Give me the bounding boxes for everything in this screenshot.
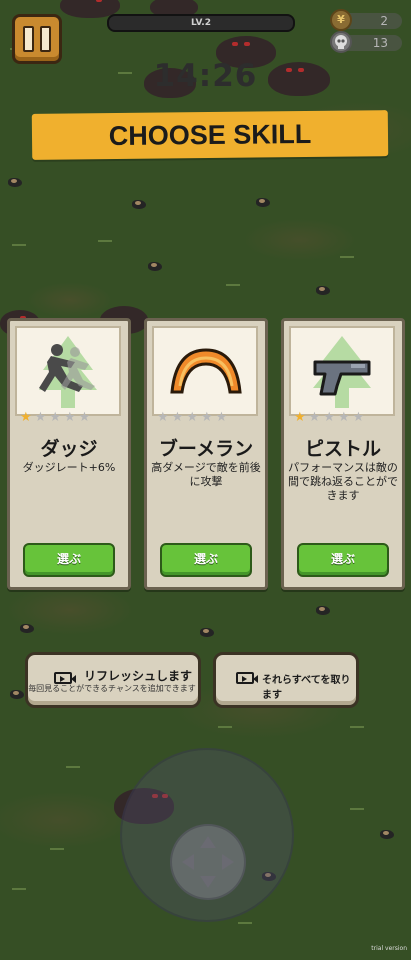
kill-counter: 13 bbox=[330, 31, 402, 53]
boomerang-icon bbox=[170, 348, 242, 394]
skill-card-dodge[interactable]: ★ ★ ★ ★ ★ ダッジ ダッジレート+6% 選ぶ bbox=[7, 318, 131, 590]
refresh-button[interactable]: リフレッシュします bbox=[25, 652, 201, 708]
coin-counter: ¥ 2 bbox=[330, 9, 402, 31]
skill-rating: ★ ★ ★ ★ ★ bbox=[157, 411, 257, 425]
star-icon: ★ bbox=[49, 410, 61, 425]
skill-name: ダッジ bbox=[40, 438, 98, 460]
star-icon: ★ bbox=[215, 410, 228, 425]
coin-count: 2 bbox=[380, 14, 388, 28]
dodge-icon bbox=[39, 336, 97, 408]
skull-icon bbox=[330, 31, 352, 53]
choose-button[interactable]: 選ぶ bbox=[297, 543, 389, 577]
star-icon: ★ bbox=[308, 410, 321, 425]
choose-button[interactable]: 選ぶ bbox=[160, 543, 252, 577]
pistol-icon bbox=[313, 336, 371, 408]
take-all-button[interactable]: それらすべてを取ります bbox=[213, 652, 359, 708]
watermark: trial version bbox=[371, 945, 407, 952]
pause-icon bbox=[23, 26, 34, 52]
skill-description: ダッジレート+6% bbox=[22, 461, 116, 474]
skill-name: ピストル bbox=[304, 438, 381, 460]
skill-rating: ★ ★ ★ ★ ★ bbox=[20, 411, 120, 425]
star-icon: ★ bbox=[157, 410, 169, 425]
star-icon: ★ bbox=[171, 410, 184, 425]
direction-arrows-icon bbox=[182, 836, 234, 888]
video-ad-icon bbox=[236, 672, 258, 684]
star-icon: ★ bbox=[294, 410, 306, 425]
skill-card-boomerang[interactable]: ★ ★ ★ ★ ★ ブーメラン 高ダメージで敵を前後に攻撃 選ぶ bbox=[144, 318, 268, 590]
skill-card-pistol[interactable]: ★ ★ ★ ★ ★ ピストル パフォーマンスは敵の間で跳ね返ることができます 選… bbox=[281, 318, 405, 590]
survival-timer: 14:26 bbox=[153, 58, 258, 94]
star-icon: ★ bbox=[352, 410, 365, 425]
star-icon: ★ bbox=[323, 410, 335, 425]
refresh-label: リフレッシュします bbox=[84, 669, 193, 683]
star-icon: ★ bbox=[200, 410, 213, 425]
skill-art bbox=[289, 326, 395, 416]
star-icon: ★ bbox=[20, 410, 32, 425]
banner-title: CHOOSE SKILL bbox=[108, 118, 312, 152]
refresh-note: 毎回見ることができるチャンスを追加できます bbox=[28, 684, 196, 693]
skill-rating: ★ ★ ★ ★ ★ bbox=[294, 411, 394, 425]
skill-name: ブーメラン bbox=[158, 438, 254, 460]
take-all-label: それらすべてを取ります bbox=[262, 675, 351, 701]
choose-button[interactable]: 選ぶ bbox=[23, 543, 115, 577]
experience-bar: LV.2 bbox=[107, 14, 295, 32]
pause-button[interactable] bbox=[12, 14, 62, 64]
pause-icon-bar bbox=[40, 26, 51, 52]
star-icon: ★ bbox=[337, 410, 350, 425]
star-icon: ★ bbox=[63, 410, 76, 425]
level-label: LV.2 bbox=[191, 18, 211, 28]
kill-count: 13 bbox=[372, 36, 388, 50]
star-icon: ★ bbox=[186, 410, 198, 425]
skill-art bbox=[15, 326, 121, 416]
choose-skill-banner: CHOOSE SKILL bbox=[31, 110, 389, 160]
coin-icon: ¥ bbox=[330, 9, 352, 31]
star-icon: ★ bbox=[78, 410, 91, 425]
star-icon: ★ bbox=[34, 410, 47, 425]
skill-description: パフォーマンスは敵の間で跳ね返ることができます bbox=[288, 461, 398, 502]
skill-art bbox=[152, 326, 258, 416]
skill-description: 高ダメージで敵を前後に攻撃 bbox=[151, 461, 261, 488]
joystick-knob[interactable] bbox=[170, 824, 246, 900]
